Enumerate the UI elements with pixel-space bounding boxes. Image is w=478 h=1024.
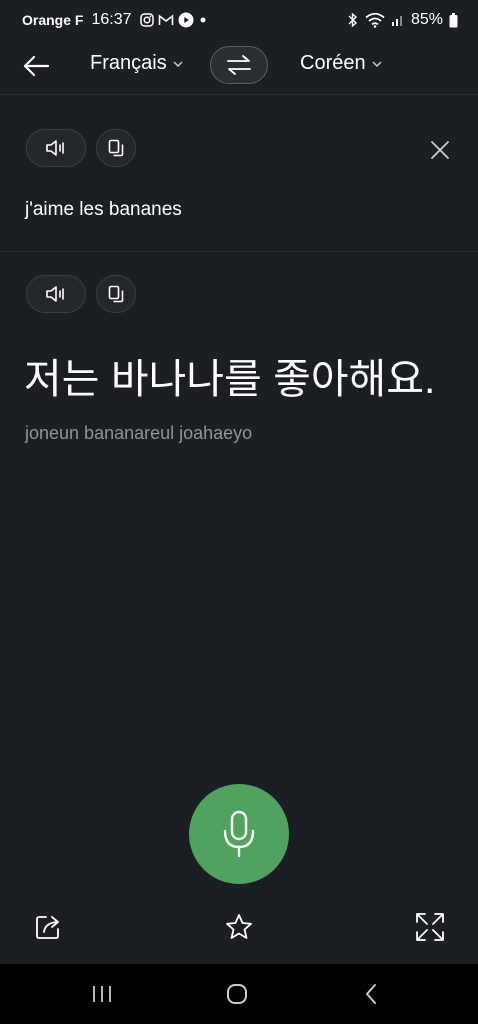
battery-level: 85% — [410, 11, 443, 28]
chevron-down-icon — [173, 60, 183, 67]
arrow-left-icon — [23, 55, 50, 77]
source-language-selector[interactable]: Français — [90, 52, 183, 75]
gmail-icon — [158, 14, 173, 25]
source-text[interactable]: j'aime les bananes — [25, 199, 182, 221]
system-back-button[interactable] — [351, 980, 391, 1008]
swap-icon — [227, 55, 251, 75]
copy-icon — [108, 285, 124, 303]
home-icon — [227, 984, 247, 1004]
recent-apps-icon — [93, 986, 111, 1002]
swap-languages-button[interactable] — [210, 46, 268, 84]
chevron-left-icon — [366, 984, 376, 1004]
status-bar: Orange F 16:37 85% — [0, 0, 478, 40]
star-icon — [226, 914, 252, 939]
back-button[interactable] — [20, 52, 52, 80]
target-language-label: Coréen — [300, 52, 366, 74]
system-navigation-bar — [0, 964, 478, 1024]
notification-icons — [139, 12, 208, 28]
speaker-icon — [46, 140, 64, 156]
romanization-text: joneun bananareul joahaeyo — [25, 423, 253, 443]
close-icon — [431, 141, 449, 159]
bluetooth-icon — [348, 12, 357, 28]
fullscreen-button[interactable] — [413, 910, 447, 944]
wifi-icon — [365, 12, 385, 28]
source-panel: j'aime les bananes — [0, 96, 478, 252]
recent-apps-button[interactable] — [82, 980, 122, 1008]
share-icon — [36, 916, 59, 939]
microphone-icon — [223, 810, 255, 858]
instagram-icon — [139, 13, 154, 27]
dot-icon — [200, 17, 206, 23]
carrier-name: Orange F — [22, 12, 84, 28]
translated-text: 저는 바나나를 좋아해요. — [24, 356, 436, 402]
copy-icon — [108, 139, 124, 157]
status-time: 16:37 — [91, 11, 132, 28]
signal-icon — [391, 16, 402, 26]
translation-listen-button[interactable] — [26, 275, 86, 313]
translation-copy-button[interactable] — [96, 275, 136, 313]
home-button[interactable] — [217, 980, 257, 1008]
expand-icon — [416, 913, 444, 941]
chevron-down-icon — [372, 60, 382, 67]
battery-icon — [449, 12, 458, 27]
source-language-label: Français — [90, 52, 167, 74]
favorite-button[interactable] — [222, 910, 256, 944]
target-language-selector[interactable]: Coréen — [300, 52, 382, 75]
microphone-button[interactable] — [189, 784, 289, 884]
speaker-icon — [46, 286, 64, 302]
share-button[interactable] — [31, 910, 65, 944]
top-bar: Français Coréen — [0, 40, 478, 95]
source-copy-button[interactable] — [96, 129, 136, 167]
clear-button[interactable] — [428, 138, 452, 162]
status-right: 85% — [347, 11, 458, 29]
translation-panel: 저는 바나나를 좋아해요. joneun bananareul joahaeyo — [0, 253, 478, 773]
source-listen-button[interactable] — [26, 129, 86, 167]
youtube-icon — [178, 12, 194, 28]
